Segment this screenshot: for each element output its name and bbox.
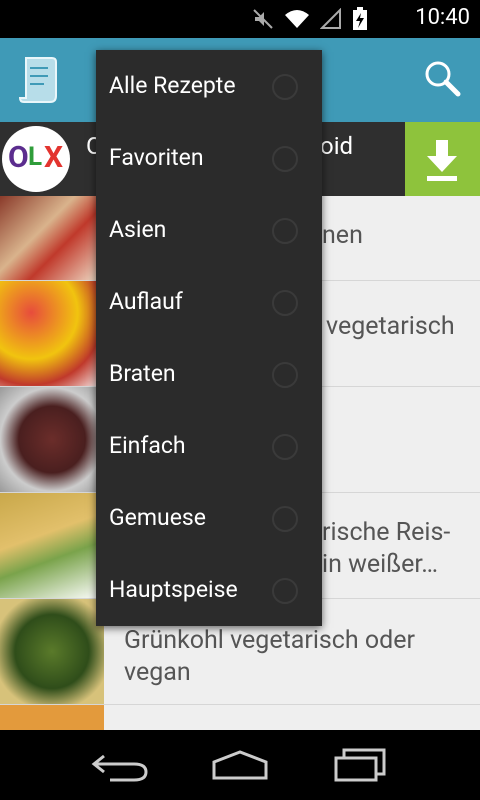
menu-item-braten[interactable]: Braten: [96, 338, 322, 410]
olx-logo: O L X: [2, 126, 70, 192]
status-bar: 10:40: [0, 0, 480, 38]
menu-item-label: Auflauf: [109, 288, 183, 315]
recipe-thumbnail: [0, 599, 104, 704]
menu-item-favoriten[interactable]: Favoriten: [96, 122, 322, 194]
recipe-title-line1: Grünkohl vegetarisch oder: [124, 626, 415, 655]
recipe-thumbnail: [0, 493, 104, 598]
app-scroll-icon[interactable]: [18, 54, 58, 106]
download-icon: [427, 140, 457, 181]
radio-button[interactable]: [272, 434, 298, 460]
recipe-title: vegetarisch: [326, 312, 455, 341]
menu-item-label: Braten: [109, 360, 176, 387]
recipe-title-line1: rische Reis-: [322, 518, 451, 547]
ad-download-button[interactable]: [405, 122, 480, 196]
radio-button[interactable]: [272, 578, 298, 604]
menu-item-auflauf[interactable]: Auflauf: [96, 266, 322, 338]
menu-item-gemuese[interactable]: Gemuese: [96, 482, 322, 554]
radio-button[interactable]: [272, 506, 298, 532]
battery-charging-icon: [353, 7, 367, 30]
back-icon[interactable]: [90, 748, 150, 782]
home-icon[interactable]: [210, 748, 270, 782]
recipe-thumbnail: [0, 387, 104, 492]
radio-button[interactable]: [272, 74, 298, 100]
radio-button[interactable]: [272, 218, 298, 244]
navigation-bar: [0, 730, 480, 800]
recipe-thumbnail: [0, 281, 104, 386]
menu-item-einfach[interactable]: Einfach: [96, 410, 322, 482]
recent-apps-icon[interactable]: [330, 748, 390, 782]
menu-item-label: Gemuese: [109, 504, 206, 531]
menu-item-alle-rezepte[interactable]: Alle Rezepte: [96, 50, 322, 122]
ad-text-end: oid: [320, 132, 354, 160]
menu-item-label: Favoriten: [109, 144, 204, 171]
recipe-title-line2: vegan: [124, 658, 191, 687]
recipe-title-line2: in weißer…: [322, 550, 439, 579]
mute-icon: [253, 9, 273, 29]
menu-item-label: Einfach: [109, 432, 186, 459]
search-icon[interactable]: [422, 58, 462, 98]
category-dropdown-menu: Alle Rezepte Favoriten Asien Auflauf Bra…: [96, 50, 322, 626]
radio-button[interactable]: [272, 362, 298, 388]
recipe-thumbnail: [0, 196, 104, 280]
radio-button[interactable]: [272, 290, 298, 316]
radio-button[interactable]: [272, 146, 298, 172]
menu-item-label: Asien: [109, 216, 167, 243]
recipe-title: nen: [322, 221, 363, 250]
clock: 10:40: [415, 5, 470, 30]
signal-icon: [320, 8, 341, 29]
menu-item-hauptspeise[interactable]: Hauptspeise: [96, 554, 322, 626]
wifi-icon: [285, 10, 309, 28]
menu-item-label: Alle Rezepte: [109, 72, 236, 99]
status-icons: [252, 7, 368, 31]
menu-item-asien[interactable]: Asien: [96, 194, 322, 266]
menu-item-label: Hauptspeise: [109, 576, 238, 603]
